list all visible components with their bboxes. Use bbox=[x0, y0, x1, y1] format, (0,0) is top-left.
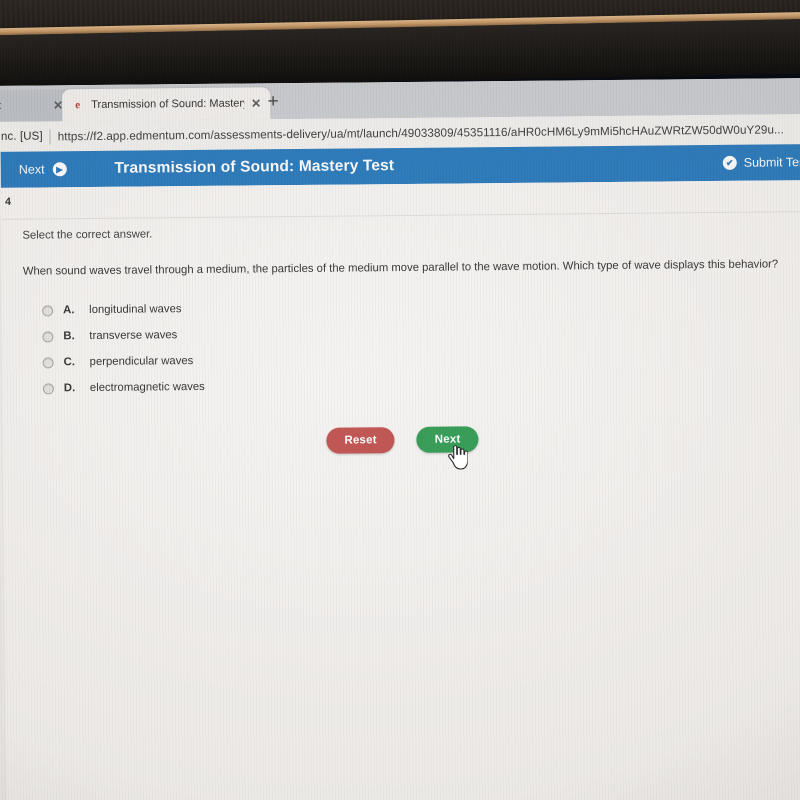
option-letter: C. bbox=[63, 356, 76, 369]
arrow-right-circle-icon: ▶ bbox=[52, 162, 67, 177]
tab-label: Transmission of Sound: Mastery bbox=[91, 97, 245, 111]
radio-button-c[interactable] bbox=[42, 356, 54, 368]
submit-test-label: Submit Test bbox=[743, 155, 800, 170]
browser-tab-active[interactable]: e Transmission of Sound: Mastery ✕ bbox=[62, 87, 271, 122]
answer-option-c[interactable]: C. perpendicular waves bbox=[42, 348, 205, 376]
page-title: Transmission of Sound: Mastery Test bbox=[114, 157, 395, 177]
question-number: 4 bbox=[5, 195, 12, 208]
url-text: https://f2.app.edmentum.com/assessments-… bbox=[57, 122, 784, 143]
header-divider bbox=[1, 211, 800, 220]
question-stem: When sound waves travel through a medium… bbox=[22, 258, 779, 278]
pointer-hand-cursor bbox=[448, 445, 468, 470]
answer-option-b[interactable]: B. transverse waves bbox=[42, 322, 204, 350]
address-bar-divider bbox=[49, 128, 51, 144]
reset-button[interactable]: Reset bbox=[326, 427, 395, 454]
radio-button-b[interactable] bbox=[42, 330, 54, 342]
option-text: electromagnetic waves bbox=[89, 380, 205, 395]
laptop-screen: ndependent ✕ e Transmission of Sound: Ma… bbox=[0, 78, 800, 800]
option-text: longitudinal waves bbox=[89, 303, 182, 317]
answer-option-a[interactable]: A. longitudinal waves bbox=[42, 296, 204, 324]
radio-button-d[interactable] bbox=[42, 382, 54, 394]
option-letter: D. bbox=[63, 382, 76, 395]
answer-options-list: A. longitudinal waves B. transverse wave… bbox=[42, 296, 205, 402]
laptop-photo-frame: ndependent ✕ e Transmission of Sound: Ma… bbox=[0, 0, 800, 800]
option-text: transverse waves bbox=[89, 329, 178, 343]
option-letter: B. bbox=[63, 330, 75, 343]
option-letter: A. bbox=[63, 304, 75, 317]
assessment-content-area: 4 Select the correct answer. When sound … bbox=[0, 180, 800, 800]
answer-option-d[interactable]: D. electromagnetic waves bbox=[42, 374, 205, 402]
question-instruction: Select the correct answer. bbox=[22, 228, 153, 242]
new-tab-button[interactable]: + bbox=[262, 91, 284, 114]
submit-test-button[interactable]: ✔ Submit Test bbox=[722, 155, 800, 170]
edmentum-favicon-icon: e bbox=[75, 99, 81, 112]
close-icon[interactable]: ✕ bbox=[251, 96, 261, 110]
option-text: perpendicular waves bbox=[89, 355, 194, 369]
header-next-label: Next bbox=[18, 162, 45, 177]
header-next-button[interactable]: Next ▶ bbox=[9, 158, 77, 181]
site-security-label: dmentum, Inc. [US] bbox=[0, 130, 43, 143]
radio-button-a[interactable] bbox=[42, 304, 54, 316]
check-circle-icon: ✔ bbox=[722, 155, 737, 170]
tab-label: ndependent bbox=[0, 100, 1, 113]
